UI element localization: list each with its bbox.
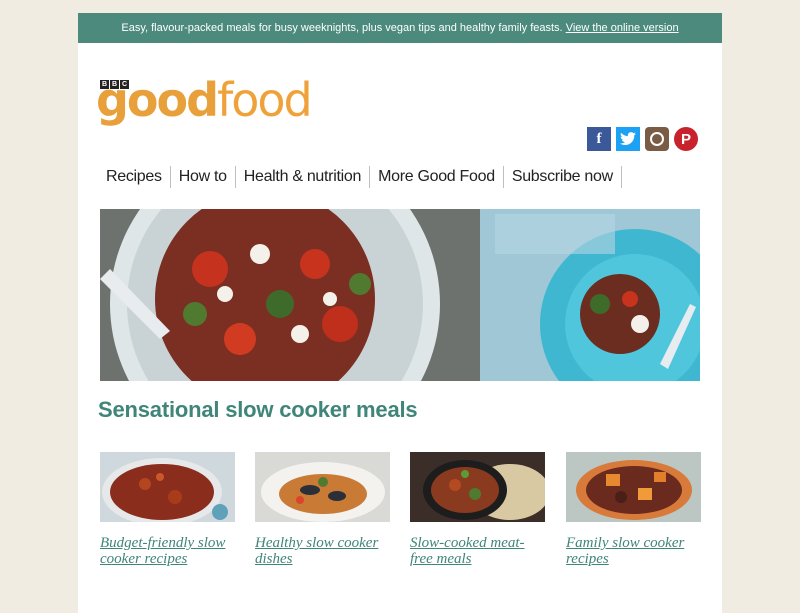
recipe-link[interactable]: Family slow cooker recipes xyxy=(566,535,701,567)
nav-more-good-food[interactable]: More Good Food xyxy=(370,166,504,188)
top-banner: Easy, flavour-packed meals for busy week… xyxy=(78,13,722,43)
recipe-link[interactable]: Budget-friendly slow cooker recipes xyxy=(100,535,235,567)
banner-text: Easy, flavour-packed meals for busy week… xyxy=(121,22,563,34)
section-heading: Sensational slow cooker meals xyxy=(98,397,418,422)
recipe-link[interactable]: Healthy slow cooker dishes xyxy=(255,535,390,567)
twitter-icon[interactable] xyxy=(616,127,640,151)
email-container: Easy, flavour-packed meals for busy week… xyxy=(78,13,722,613)
facebook-icon[interactable]: f xyxy=(587,127,611,151)
recipe-thumbnail[interactable] xyxy=(255,452,390,522)
nav-subscribe-now[interactable]: Subscribe now xyxy=(504,166,622,188)
instagram-icon[interactable] xyxy=(645,127,669,151)
recipe-thumbnail[interactable] xyxy=(410,452,545,522)
nav-how-to[interactable]: How to xyxy=(171,166,236,188)
goodfood-logo[interactable]: goodfood xyxy=(96,73,313,127)
recipe-thumbnail[interactable] xyxy=(566,452,701,522)
recipe-card[interactable]: Healthy slow cooker dishes xyxy=(255,452,390,567)
pinterest-icon[interactable]: P xyxy=(674,127,698,151)
hero-image[interactable] xyxy=(100,209,700,381)
recipe-card[interactable]: Budget-friendly slow cooker recipes xyxy=(100,452,235,567)
recipe-card[interactable]: Family slow cooker recipes xyxy=(566,452,701,567)
recipe-thumbnail[interactable] xyxy=(100,452,235,522)
recipe-card[interactable]: Slow-cooked meat-free meals xyxy=(410,452,545,567)
nav-recipes[interactable]: Recipes xyxy=(98,166,171,188)
main-nav: Recipes How to Health & nutrition More G… xyxy=(98,165,622,189)
recipe-link[interactable]: Slow-cooked meat-free meals xyxy=(410,535,545,567)
nav-health-nutrition[interactable]: Health & nutrition xyxy=(236,166,371,188)
view-online-link[interactable]: View the online version xyxy=(566,22,679,34)
social-links: f P xyxy=(587,127,698,151)
